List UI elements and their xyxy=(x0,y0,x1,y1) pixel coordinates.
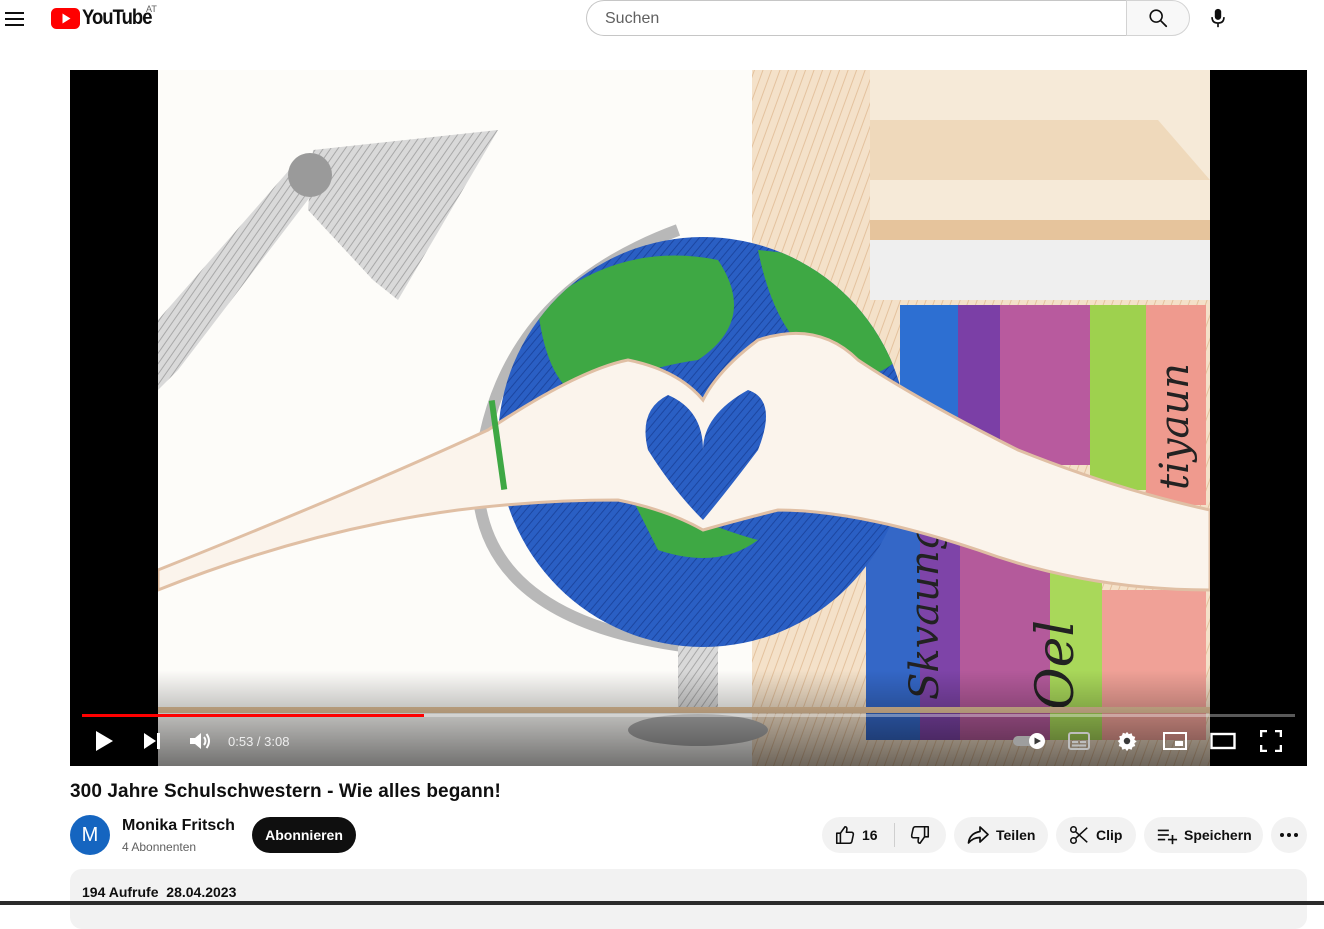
share-button[interactable]: Teilen xyxy=(954,817,1048,853)
clip-label: Clip xyxy=(1096,827,1123,843)
next-button[interactable] xyxy=(134,726,170,756)
subscribe-button[interactable]: Abonnieren xyxy=(252,817,356,853)
window-bottom-edge xyxy=(0,901,1324,905)
settings-button[interactable] xyxy=(1109,726,1145,756)
thumbs-up-icon xyxy=(835,825,855,845)
clip-button[interactable]: Clip xyxy=(1056,817,1136,853)
miniplayer-button[interactable] xyxy=(1157,726,1193,756)
subtitles-button[interactable] xyxy=(1061,726,1097,756)
description-meta: 194 Aufrufe 28.04.2023 xyxy=(82,884,236,900)
svg-text:tiyaun: tiyaun xyxy=(1152,363,1198,490)
scissors-icon xyxy=(1069,825,1088,845)
like-button[interactable]: 16 xyxy=(822,817,894,853)
mute-button[interactable] xyxy=(182,726,218,756)
search-icon xyxy=(1149,9,1168,28)
video-frame[interactable]: tiyaun Skvaung Oel xyxy=(156,70,1212,766)
theater-mode-icon xyxy=(1210,732,1236,750)
save-label: Speichern xyxy=(1184,827,1252,843)
video-player[interactable]: tiyaun Skvaung Oel 0:53 / 3:08 xyxy=(70,70,1307,766)
view-count: 194 Aufrufe xyxy=(82,884,159,900)
description-box[interactable]: 194 Aufrufe 28.04.2023 xyxy=(70,869,1307,929)
share-arrow-icon xyxy=(967,826,989,844)
like-dislike-group: 16 xyxy=(822,817,946,853)
miniplayer-icon xyxy=(1163,732,1187,750)
autoplay-toggle-icon xyxy=(1013,733,1045,749)
thumbs-down-icon xyxy=(910,825,930,845)
volume-icon xyxy=(190,733,210,749)
masthead: YouTube AT xyxy=(0,0,1324,40)
playlist-add-icon xyxy=(1157,829,1178,845)
youtube-logo[interactable]: YouTube xyxy=(51,6,161,30)
logo-country-code: AT xyxy=(146,4,157,14)
search-button[interactable] xyxy=(1126,0,1190,36)
dislike-button[interactable] xyxy=(895,817,945,853)
more-actions-button[interactable] xyxy=(1271,817,1307,853)
subtitles-icon xyxy=(1068,732,1090,750)
next-icon xyxy=(144,733,160,749)
progress-bar[interactable] xyxy=(82,714,1295,717)
channel-avatar[interactable]: M xyxy=(70,815,110,855)
save-button[interactable]: Speichern xyxy=(1144,817,1263,853)
progress-bar-played xyxy=(82,714,425,717)
like-count: 16 xyxy=(862,827,878,843)
upload-date: 28.04.2023 xyxy=(166,884,237,900)
youtube-play-logo-icon xyxy=(51,7,80,29)
video-frame-drawing: tiyaun Skvaung Oel xyxy=(156,70,1212,766)
logo-wordmark: YouTube xyxy=(82,6,153,29)
fullscreen-button[interactable] xyxy=(1253,726,1289,756)
fullscreen-icon xyxy=(1260,730,1282,752)
search-input[interactable] xyxy=(603,1,1107,37)
autoplay-toggle[interactable] xyxy=(1010,726,1050,756)
video-title: 300 Jahre Schulschwestern - Wie alles be… xyxy=(70,781,501,802)
time-display: 0:53 / 3:08 xyxy=(228,734,290,749)
microphone-icon xyxy=(1211,8,1225,28)
subscriber-count: 4 Abonnenten xyxy=(122,840,197,854)
share-label: Teilen xyxy=(996,827,1036,843)
guide-menu-icon[interactable] xyxy=(3,7,27,31)
play-button[interactable] xyxy=(86,726,122,756)
gear-icon xyxy=(1117,731,1137,752)
more-horizontal-icon xyxy=(1280,833,1298,837)
channel-name[interactable]: Monika Fritsch xyxy=(122,817,235,835)
search-box xyxy=(586,0,1126,37)
play-icon xyxy=(96,731,113,751)
theater-mode-button[interactable] xyxy=(1205,726,1241,756)
voice-search-button[interactable] xyxy=(1202,2,1234,34)
